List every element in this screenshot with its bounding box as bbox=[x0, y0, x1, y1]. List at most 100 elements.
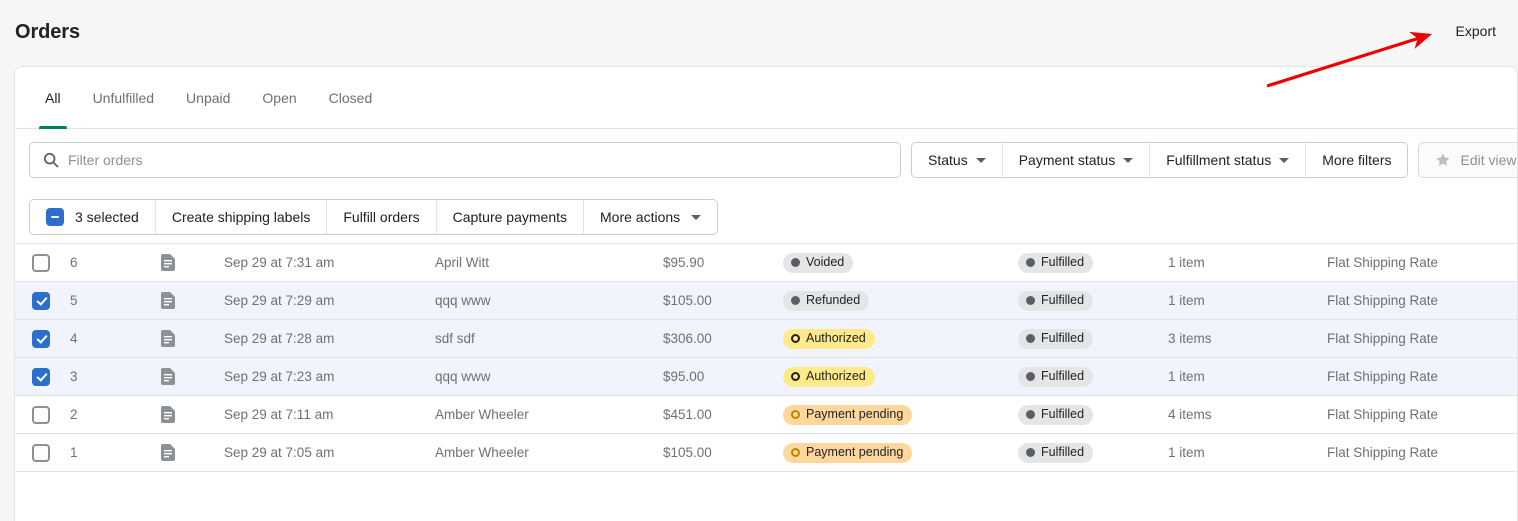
order-total-cell: $95.00 bbox=[663, 369, 783, 384]
item-count-cell: 3 items bbox=[1168, 331, 1327, 346]
capture-payments-button[interactable]: Capture payments bbox=[436, 200, 585, 234]
row-checkbox-cell[interactable] bbox=[15, 405, 51, 424]
shipping-method-cell: Flat Shipping Rate bbox=[1327, 407, 1517, 422]
row-checkbox-cell[interactable] bbox=[15, 367, 51, 386]
document-icon bbox=[161, 368, 175, 385]
page-title: Orders bbox=[15, 21, 80, 43]
row-checkbox[interactable] bbox=[32, 329, 50, 348]
fulfill-orders-button[interactable]: Fulfill orders bbox=[327, 200, 437, 234]
row-checkbox-cell[interactable] bbox=[15, 443, 51, 462]
chevron-down-icon bbox=[1279, 157, 1290, 163]
order-document-cell bbox=[149, 406, 224, 423]
payment-status-badge: Authorized bbox=[783, 328, 875, 349]
edit-view-button[interactable]: Edit view bbox=[1418, 142, 1517, 178]
row-checkbox[interactable] bbox=[32, 291, 50, 310]
payment-status-cell: Voided bbox=[783, 252, 1018, 273]
order-number-cell: 1 bbox=[51, 445, 149, 460]
payment-status-label: Refunded bbox=[806, 293, 861, 308]
edit-view-label: Edit view bbox=[1460, 152, 1517, 168]
fulfillment-status-label: Fulfilled bbox=[1041, 255, 1085, 270]
table-row[interactable]: 1 Sep 29 at 7:05 am Amber Wheeler $105.00 Pa… bbox=[15, 433, 1517, 471]
item-count: 1 item bbox=[1168, 369, 1205, 384]
order-document-cell bbox=[149, 292, 224, 309]
select-all-cell[interactable]: 3 selected bbox=[30, 200, 156, 234]
payment-status-filter-button[interactable]: Payment status bbox=[1002, 143, 1151, 177]
orders-page: Orders Export All Unfulfilled Unpaid Ope… bbox=[0, 0, 1518, 521]
item-count-cell: 1 item bbox=[1168, 255, 1327, 270]
order-number: 5 bbox=[70, 293, 78, 308]
bulk-action-label: Fulfill orders bbox=[343, 209, 420, 225]
tab-unfulfilled[interactable]: Unfulfilled bbox=[77, 67, 170, 128]
order-number-cell: 3 bbox=[51, 369, 149, 384]
customer-name: Amber Wheeler bbox=[435, 445, 529, 460]
chevron-down-icon bbox=[1123, 157, 1134, 163]
row-checkbox[interactable] bbox=[32, 443, 50, 462]
row-checkbox-cell[interactable] bbox=[15, 329, 51, 348]
more-actions-button[interactable]: More actions bbox=[584, 200, 718, 234]
tab-all[interactable]: All bbox=[29, 67, 77, 129]
table-row[interactable]: 5 Sep 29 at 7:29 am qqq www $105.00 Refunded… bbox=[15, 281, 1517, 319]
star-icon bbox=[1436, 153, 1451, 166]
order-number-cell: 2 bbox=[51, 407, 149, 422]
tab-open[interactable]: Open bbox=[246, 67, 312, 128]
table-row[interactable]: 2 Sep 29 at 7:11 am Amber Wheeler $451.00 Pa… bbox=[15, 395, 1517, 433]
row-checkbox-cell[interactable] bbox=[15, 291, 51, 310]
order-number: 6 bbox=[70, 255, 78, 270]
item-count-cell: 1 item bbox=[1168, 293, 1327, 308]
fulfillment-status-cell: Fulfilled bbox=[1018, 404, 1168, 425]
order-total: $105.00 bbox=[663, 293, 712, 308]
order-date-cell: Sep 29 at 7:11 am bbox=[224, 407, 435, 422]
more-filters-button[interactable]: More filters bbox=[1306, 143, 1408, 177]
bulk-action-label: Create shipping labels bbox=[171, 209, 311, 225]
order-number: 2 bbox=[70, 407, 78, 422]
fulfillment-status-cell: Fulfilled bbox=[1018, 442, 1168, 463]
payment-status-badge: Voided bbox=[783, 252, 854, 273]
tab-closed[interactable]: Closed bbox=[313, 67, 389, 128]
table-bottom-divider bbox=[15, 471, 1517, 472]
row-checkbox[interactable] bbox=[32, 253, 50, 272]
payment-status-cell: Payment pending bbox=[783, 442, 1018, 463]
order-date: Sep 29 at 7:31 am bbox=[224, 255, 335, 270]
order-number-cell: 5 bbox=[51, 293, 149, 308]
bulk-action-label: Capture payments bbox=[452, 209, 568, 225]
table-row[interactable]: 3 Sep 29 at 7:23 am qqq www $95.00 Authorize… bbox=[15, 357, 1517, 395]
table-row[interactable]: 6 Sep 29 at 7:31 am April Witt $95.90 Voided… bbox=[15, 243, 1517, 281]
fulfillment-status-cell: Fulfilled bbox=[1018, 366, 1168, 387]
fulfillment-status-label: Fulfilled bbox=[1041, 369, 1085, 384]
customer-cell: Amber Wheeler bbox=[435, 407, 663, 422]
document-icon bbox=[161, 406, 175, 423]
fulfillment-status-label: Fulfilled bbox=[1041, 331, 1085, 346]
fulfillment-status-label: Fulfilled bbox=[1041, 407, 1085, 422]
document-icon bbox=[161, 444, 175, 461]
select-all-checkbox[interactable] bbox=[46, 208, 64, 226]
fulfillment-status-filter-button[interactable]: Fulfillment status bbox=[1150, 143, 1307, 177]
fulfillment-status-badge: Fulfilled bbox=[1018, 252, 1094, 273]
create-shipping-labels-button[interactable]: Create shipping labels bbox=[155, 200, 328, 234]
order-date-cell: Sep 29 at 7:23 am bbox=[224, 369, 435, 384]
customer-name: qqq www bbox=[435, 369, 491, 384]
order-number: 3 bbox=[70, 369, 78, 384]
table-row[interactable]: 4 Sep 29 at 7:28 am sdf sdf $306.00 Authoriz… bbox=[15, 319, 1517, 357]
status-dot-icon bbox=[791, 334, 800, 343]
fulfillment-status-badge: Fulfilled bbox=[1018, 290, 1094, 311]
status-filter-button[interactable]: Status bbox=[912, 143, 1003, 177]
order-date-cell: Sep 29 at 7:31 am bbox=[224, 255, 435, 270]
status-dot-icon bbox=[1026, 296, 1035, 305]
export-button[interactable]: Export bbox=[1456, 23, 1496, 39]
order-document-cell bbox=[149, 444, 224, 461]
fulfillment-status-badge: Fulfilled bbox=[1018, 328, 1094, 349]
order-number-cell: 4 bbox=[51, 331, 149, 346]
status-dot-icon bbox=[1026, 372, 1035, 381]
row-checkbox[interactable] bbox=[32, 367, 50, 386]
order-number: 1 bbox=[70, 445, 78, 460]
order-total: $95.90 bbox=[663, 255, 705, 270]
item-count-cell: 4 items bbox=[1168, 407, 1327, 422]
filter-button-group: Status Payment status Fulfillment status… bbox=[911, 142, 1409, 178]
row-checkbox[interactable] bbox=[32, 405, 50, 424]
search-input[interactable]: Filter orders bbox=[29, 142, 901, 178]
row-checkbox-cell[interactable] bbox=[15, 253, 51, 272]
shipping-method-cell: Flat Shipping Rate bbox=[1327, 445, 1517, 460]
order-document-cell bbox=[149, 368, 224, 385]
tab-unpaid[interactable]: Unpaid bbox=[170, 67, 246, 128]
search-placeholder: Filter orders bbox=[68, 152, 143, 168]
